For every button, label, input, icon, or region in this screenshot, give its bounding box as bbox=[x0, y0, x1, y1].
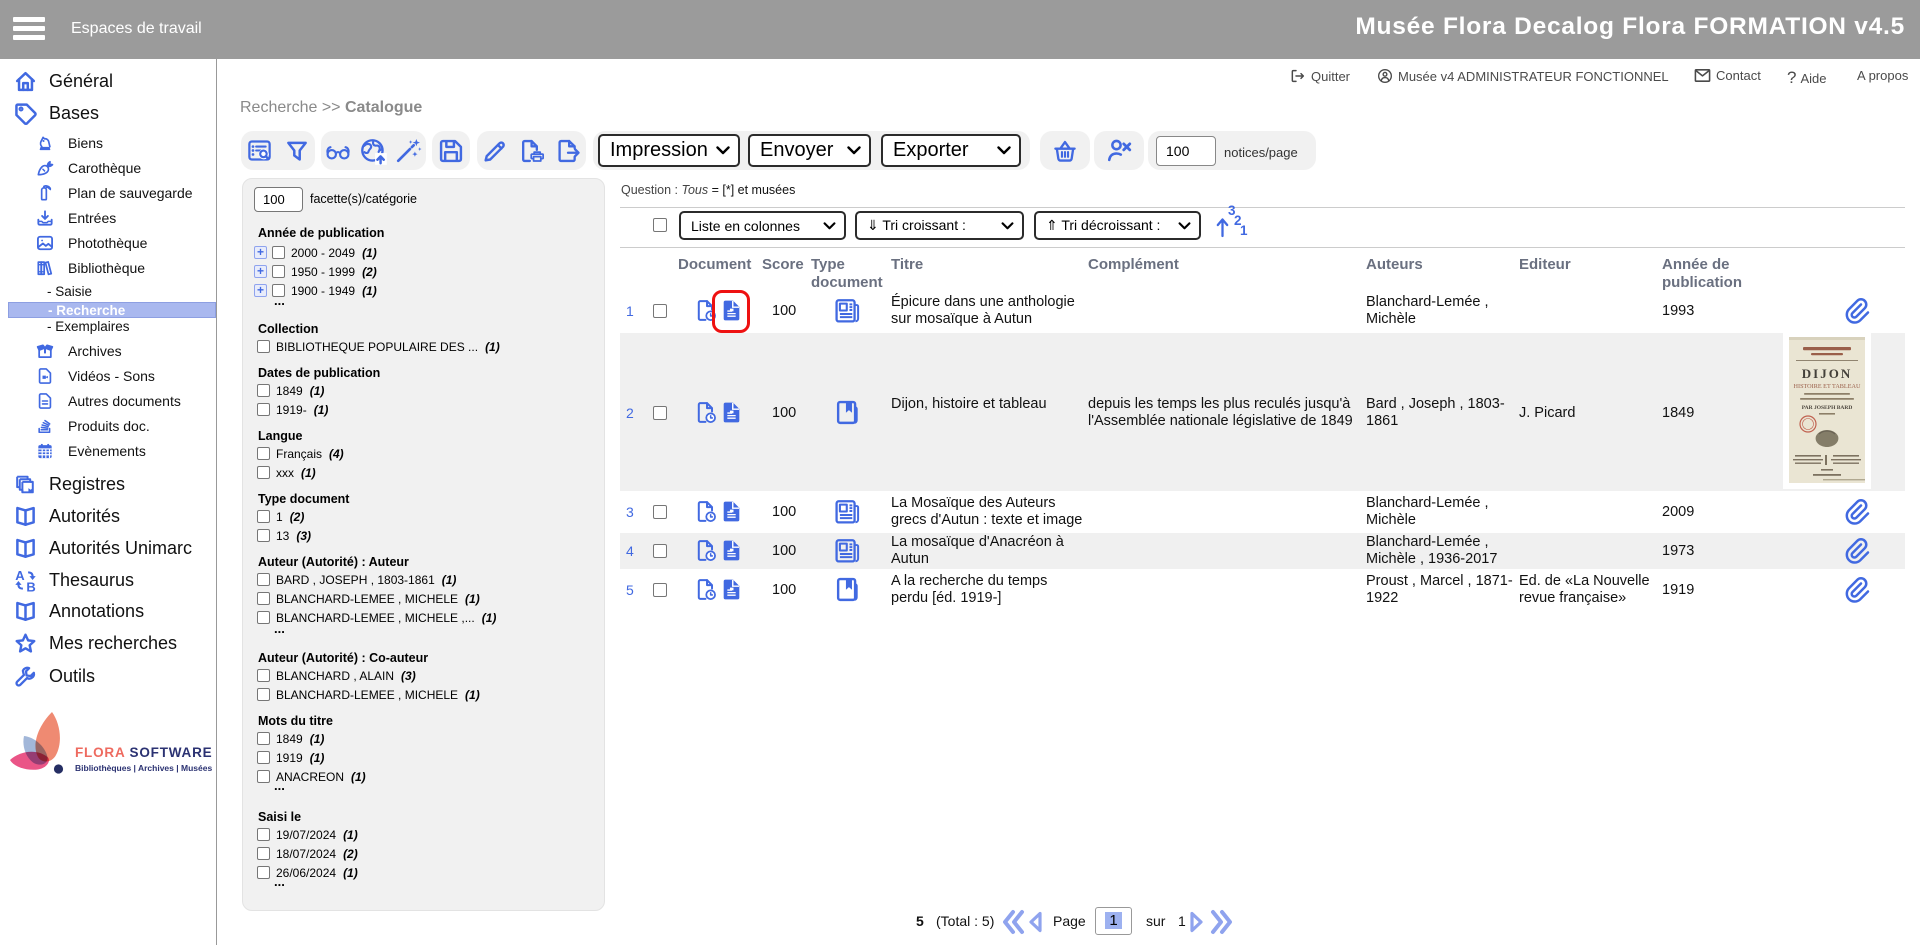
svg-text:HISTOIRE ET TABLEAU: HISTOIRE ET TABLEAU bbox=[1794, 383, 1861, 390]
svg-text:PAR JOSEPH BARD: PAR JOSEPH BARD bbox=[1802, 405, 1853, 411]
svg-text:DIJON: DIJON bbox=[1802, 366, 1852, 381]
